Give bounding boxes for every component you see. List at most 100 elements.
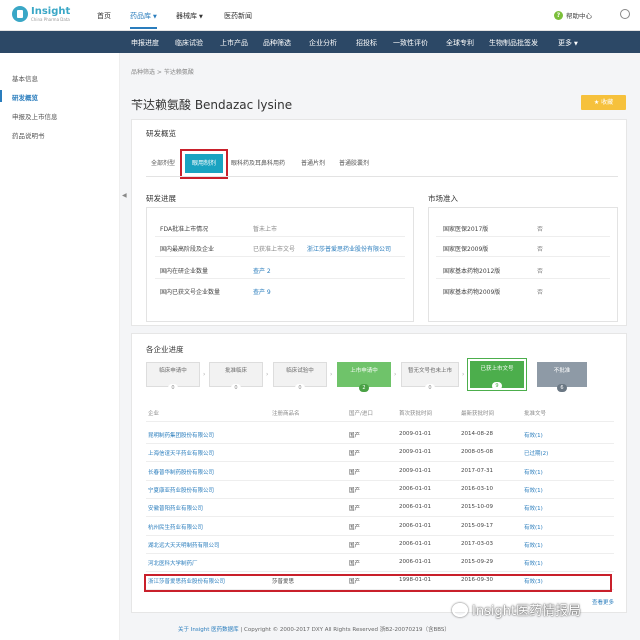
edl-2009-label: 国家基本药物2009版	[443, 289, 501, 296]
approved-count-link[interactable]: 查产 9	[253, 287, 271, 296]
tab-more[interactable]: 更多 ▼	[558, 38, 578, 48]
tab-enterprise-analysis[interactable]: 企业分析	[309, 38, 337, 48]
origin: 国产	[349, 524, 361, 531]
star-icon: ★	[593, 99, 600, 106]
tab-all-forms[interactable]: 全部剂型	[151, 158, 175, 167]
collapse-arrow-icon[interactable]: ◀	[122, 192, 127, 199]
nrdl-2009-value: 否	[537, 246, 544, 253]
page-title: 苄达赖氨酸 Bendazac lysine	[131, 98, 293, 112]
approval-number-link[interactable]: 有效(1)	[524, 431, 543, 439]
sidebar-active-bar	[0, 90, 2, 102]
company-link[interactable]: 河北医科大学制药厂	[148, 559, 198, 567]
chevron-right-icon: ›	[462, 371, 465, 378]
company-link[interactable]: 安徽普阳药业有限公司	[148, 504, 203, 512]
user-icon[interactable]	[620, 9, 630, 19]
highest-stage-label: 国内最高阶段及企业	[160, 246, 215, 253]
brand-logo[interactable]: Insight China Pharma Data	[12, 6, 70, 22]
nav-news[interactable]: 医药新闻	[224, 11, 252, 21]
first-approval-date: 2006-01-01	[399, 522, 431, 529]
stage-label: 已获上市文号	[480, 366, 514, 372]
table-row-divider	[146, 479, 614, 481]
chevron-right-icon: ›	[394, 371, 397, 378]
sidebar-item-drug-label[interactable]: 药品说明书	[12, 130, 45, 140]
stage-count: 2	[359, 384, 369, 392]
sidebar-item-rd-overview[interactable]: 研发概览	[12, 92, 38, 102]
highlight-box	[180, 149, 228, 179]
nav-device-db[interactable]: 器械库 ▼	[176, 11, 203, 21]
approval-number-link[interactable]: 有效(1)	[524, 486, 543, 494]
company-link[interactable]: 长春普华制药股份有限公司	[148, 468, 214, 476]
approval-number-link[interactable]: 有效(1)	[524, 504, 543, 512]
tab-biologics-lot-release[interactable]: 生物制品批签发	[489, 38, 538, 48]
stage-clinical-application[interactable]: 临床申请中 0	[146, 362, 200, 392]
company-link[interactable]: 湖北远大天天明制药有限公司	[148, 541, 220, 549]
stage-marketing-application[interactable]: 上市申请中 2	[337, 362, 391, 392]
first-approval-date: 2006-01-01	[399, 540, 431, 547]
approval-number-link[interactable]: 有效(1)	[524, 523, 543, 531]
latest-approval-date: 2016-03-10	[461, 485, 493, 492]
origin: 国产	[349, 542, 361, 549]
left-sidebar	[0, 53, 120, 640]
approval-number-link[interactable]: 有效(1)	[524, 468, 543, 476]
chevron-down-icon: ▼	[574, 41, 578, 47]
first-approval-date: 2006-01-01	[399, 504, 431, 511]
col-header-approval-no: 批准文号	[524, 411, 547, 417]
stage-clinical-approved[interactable]: 批准临床 0	[209, 362, 263, 392]
latest-approval-date: 2017-03-03	[461, 540, 493, 547]
stage-rejected[interactable]: 不批准 6	[537, 362, 587, 392]
tab-global-patents[interactable]: 全球专利	[446, 38, 474, 48]
origin: 国产	[349, 487, 361, 494]
stage-no-approval-no-market[interactable]: 暂无文号也未上市 0	[401, 362, 459, 392]
tab-consistency-evaluation[interactable]: 一致性评价	[393, 38, 428, 48]
latest-approval-date: 2017-07-31	[461, 467, 493, 474]
tab-tablets[interactable]: 普通片剂	[301, 158, 325, 167]
favorite-label: 收藏	[601, 99, 614, 106]
table-row-divider	[146, 534, 614, 536]
nav-drug-db[interactable]: 药品库 ▼	[130, 11, 157, 29]
col-header-brand: 注册商品名	[272, 411, 300, 417]
edl-2012-value: 否	[537, 268, 544, 275]
first-approval-date: 2009-01-01	[399, 449, 431, 456]
sidebar-item-basic-info[interactable]: 基本信息	[12, 73, 38, 83]
stage-clinical-trial[interactable]: 临床试验中 0	[273, 362, 327, 392]
origin: 国产	[349, 469, 361, 476]
tab-eye-ent-drugs[interactable]: 眼科药及耳鼻科用药	[231, 158, 285, 167]
edl-2012-label: 国家基本药物2012版	[443, 268, 501, 275]
tab-bidding[interactable]: 招投标	[356, 38, 377, 48]
tab-marketed-products[interactable]: 上市产品	[220, 38, 248, 48]
stage-label: 临床试验中	[286, 368, 314, 374]
nav-home[interactable]: 首页	[97, 11, 111, 21]
latest-approval-date: 2014-08-28	[461, 431, 493, 437]
company-link[interactable]: 宁夏康亚药业股份有限公司	[148, 486, 214, 494]
company-link[interactable]: 昆明制药集团股份有限公司	[148, 431, 214, 439]
footer-about-link[interactable]: 关于 Insight 医药数据库	[178, 627, 239, 633]
view-more-link[interactable]: 查看更多	[592, 598, 614, 606]
approval-number-link[interactable]: 已过期(2)	[524, 449, 548, 457]
company-link[interactable]: 杭州民生药业有限公司	[148, 523, 203, 531]
tab-divider	[146, 176, 618, 177]
row-divider	[155, 256, 405, 257]
stage-count: 0	[425, 384, 435, 392]
nav-drug-db-label: 药品库	[130, 12, 151, 20]
favorite-button[interactable]: ★ 收藏	[581, 95, 626, 110]
sidebar-item-application-info[interactable]: 申报及上市信息	[12, 111, 58, 121]
help-center-link[interactable]: ? 帮助中心	[554, 10, 592, 20]
highest-stage-company-link[interactable]: 浙江莎普爱思药业股份有限公司	[307, 244, 391, 253]
tab-clinical-trials[interactable]: 临床试验	[175, 38, 203, 48]
company-link[interactable]: 上海信谊天平药业有限公司	[148, 449, 214, 457]
tab-variety-screening[interactable]: 品种筛选	[263, 38, 291, 48]
approval-number-link[interactable]: 有效(1)	[524, 559, 543, 567]
approval-number-link[interactable]: 有效(1)	[524, 541, 543, 549]
stage-approved-marketed[interactable]: 已获上市文号 9	[468, 359, 526, 390]
row-divider	[436, 236, 610, 237]
row-divider	[436, 278, 610, 279]
stage-count: 0	[295, 384, 305, 392]
domestic-rd-count-link[interactable]: 查产 2	[253, 266, 271, 275]
tab-capsules[interactable]: 普通胶囊剂	[339, 158, 369, 167]
rd-progress-title: 研发进展	[146, 194, 176, 203]
tab-application-progress[interactable]: 申报进度	[131, 38, 159, 48]
brand-subtitle: China Pharma Data	[31, 16, 70, 22]
highlight-row-box	[144, 574, 612, 592]
brand-name: Insight	[31, 5, 71, 17]
stage-count: 0	[231, 384, 241, 392]
